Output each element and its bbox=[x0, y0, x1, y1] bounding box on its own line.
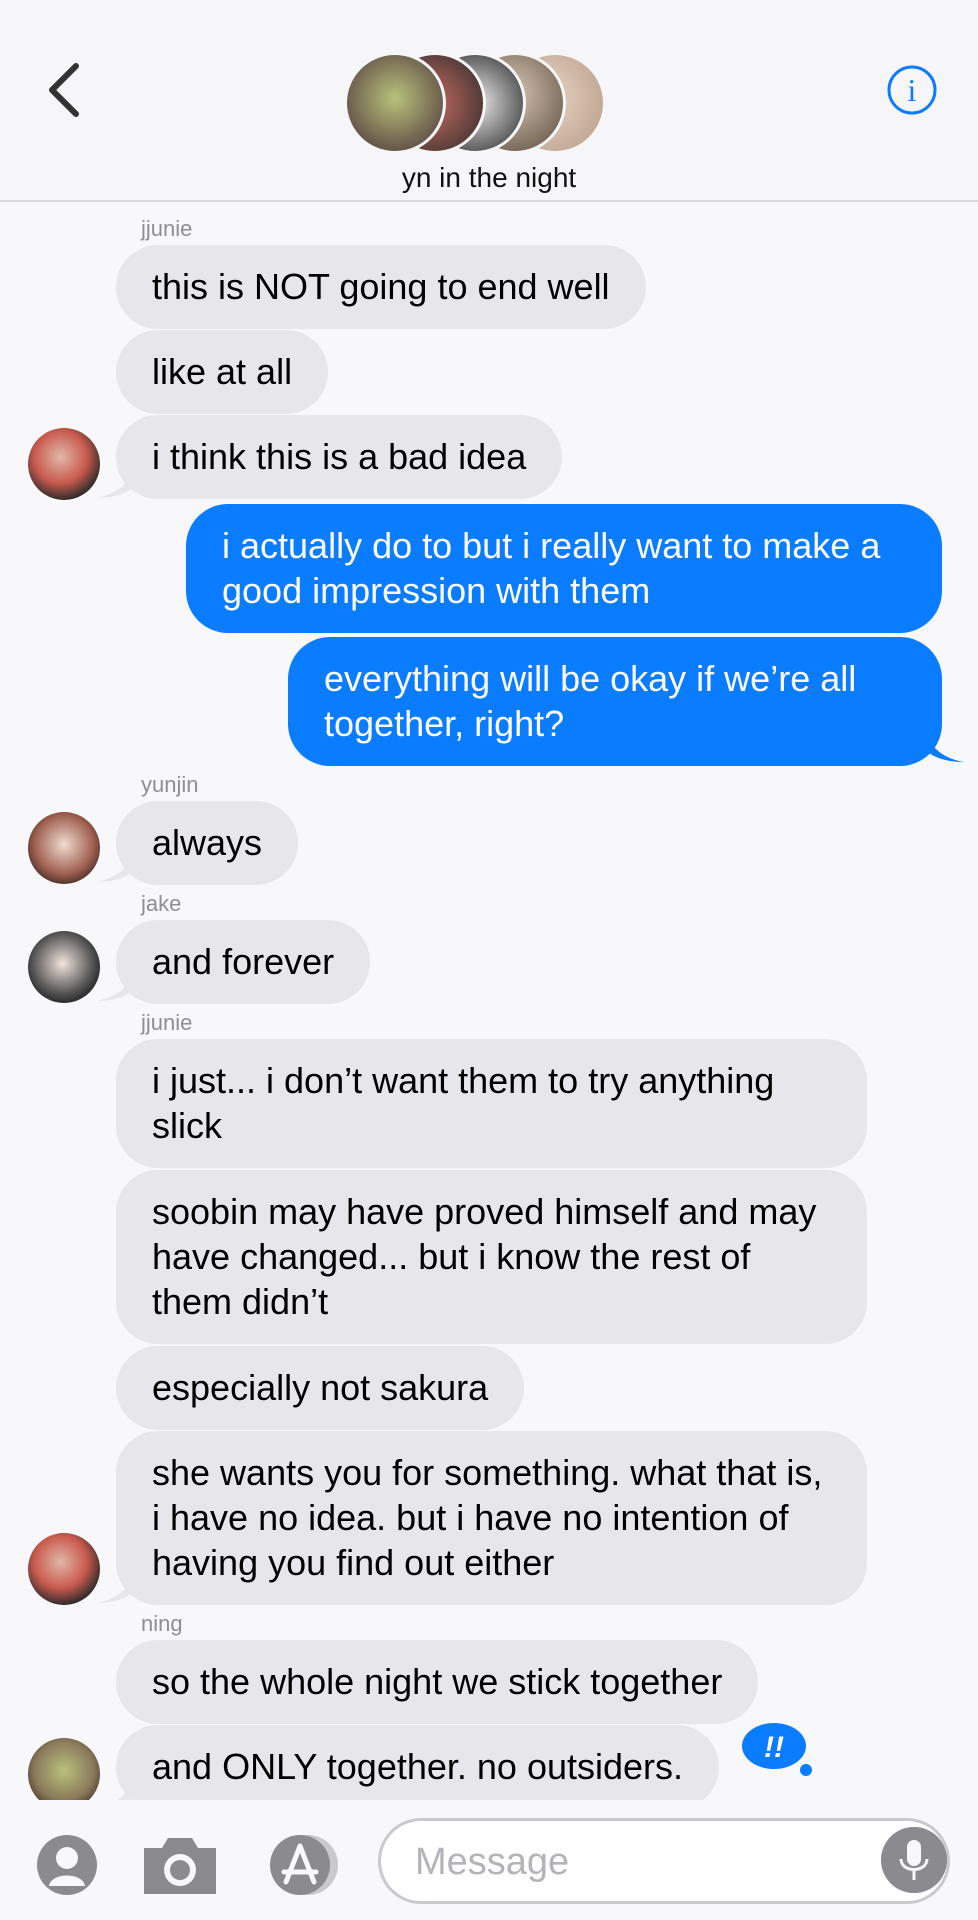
message-bubble[interactable]: this is NOT going to end well bbox=[116, 245, 646, 329]
emphasis-reaction-icon[interactable]: !! bbox=[740, 1722, 812, 1782]
message-bubble[interactable]: especially not sakura bbox=[116, 1346, 525, 1430]
message-bubble[interactable]: i just... i don’t want them to try anyth… bbox=[116, 1039, 867, 1168]
sender-name: jake bbox=[141, 891, 182, 916]
bubble-tail bbox=[924, 722, 964, 762]
chevron-left-icon[interactable] bbox=[40, 60, 90, 120]
memoji-icon[interactable] bbox=[36, 1834, 98, 1896]
app-store-icon[interactable] bbox=[262, 1834, 346, 1896]
message-bubble[interactable]: i think this is a bad idea bbox=[116, 415, 563, 499]
message-bubble[interactable]: soobin may have proved himself and may h… bbox=[116, 1170, 867, 1344]
message-bubble[interactable]: like at all bbox=[116, 330, 329, 414]
sender-name: jjunie bbox=[141, 1010, 193, 1035]
message-bubble-sent[interactable]: everything will be okay if we’re all tog… bbox=[288, 637, 942, 766]
avatar bbox=[28, 1533, 100, 1605]
svg-text:i: i bbox=[908, 72, 917, 108]
reaction-text: !! bbox=[764, 1731, 784, 1764]
message-placeholder: Message bbox=[415, 1841, 570, 1883]
camera-icon[interactable] bbox=[140, 1834, 220, 1896]
microphone-icon[interactable] bbox=[881, 1827, 947, 1893]
sender-name: ning bbox=[141, 1611, 183, 1636]
message-bubble[interactable]: and ONLY together. no outsiders. bbox=[116, 1725, 720, 1809]
conversation-header: yn in the night i bbox=[0, 0, 978, 202]
message-bubble[interactable]: she wants you for something. what that i… bbox=[116, 1431, 867, 1605]
avatar bbox=[344, 52, 446, 154]
sender-name: jjunie bbox=[141, 216, 193, 241]
sender-name: yunjin bbox=[141, 772, 199, 797]
group-avatars[interactable] bbox=[344, 52, 606, 154]
message-input[interactable]: Message bbox=[378, 1818, 950, 1904]
group-name[interactable]: yn in the night bbox=[0, 162, 978, 194]
avatar bbox=[28, 931, 100, 1003]
message-bubble[interactable]: and forever bbox=[116, 920, 371, 1004]
avatar bbox=[28, 428, 100, 500]
message-bubble-sent[interactable]: i actually do to but i really want to ma… bbox=[186, 504, 942, 633]
message-bubble[interactable]: so the whole night we stick together bbox=[116, 1640, 759, 1724]
info-icon[interactable]: i bbox=[886, 64, 938, 116]
message-bubble[interactable]: always bbox=[116, 801, 299, 885]
avatar bbox=[28, 812, 100, 884]
